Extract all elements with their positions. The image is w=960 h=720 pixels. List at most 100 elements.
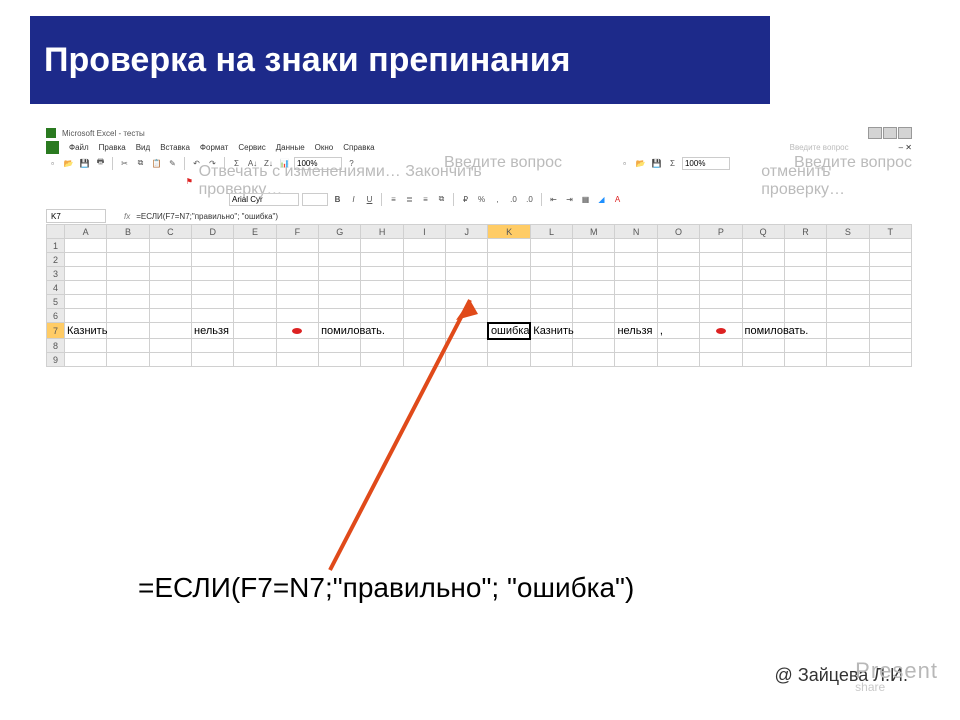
cell-A4[interactable]: [65, 281, 107, 295]
cell-S8[interactable]: [827, 339, 869, 353]
cell-Q7[interactable]: помиловать.: [742, 323, 784, 339]
cell-A7[interactable]: Казнить: [65, 323, 107, 339]
col-header-K[interactable]: K: [488, 225, 530, 239]
cell-N7[interactable]: нельзя: [615, 323, 657, 339]
cell-M3[interactable]: [573, 267, 615, 281]
minimize-icon[interactable]: [868, 127, 882, 139]
comma-icon[interactable]: ,: [491, 193, 504, 206]
menu-edit[interactable]: Правка: [99, 143, 126, 152]
menu-insert[interactable]: Вставка: [160, 143, 190, 152]
cell-N4[interactable]: [615, 281, 657, 295]
cell-T9[interactable]: [869, 353, 911, 367]
cell-B2[interactable]: [107, 253, 149, 267]
cell-G2[interactable]: [319, 253, 361, 267]
cell-O5[interactable]: [657, 295, 699, 309]
maximize-icon[interactable]: [883, 127, 897, 139]
cell-R5[interactable]: [784, 295, 826, 309]
cell-T3[interactable]: [869, 267, 911, 281]
cell-D9[interactable]: [192, 353, 234, 367]
row-header-3[interactable]: 3: [47, 267, 65, 281]
col-header-F[interactable]: F: [276, 225, 318, 239]
cell-N8[interactable]: [615, 339, 657, 353]
font-name-dropdown[interactable]: Arial Cyr: [229, 193, 299, 206]
col-header-M[interactable]: M: [573, 225, 615, 239]
cell-O8[interactable]: [657, 339, 699, 353]
cell-Q2[interactable]: [742, 253, 784, 267]
row-header-2[interactable]: 2: [47, 253, 65, 267]
col-header-G[interactable]: G: [319, 225, 361, 239]
app-menu-icon[interactable]: [46, 141, 59, 154]
col-header-A[interactable]: A: [65, 225, 107, 239]
cell-T5[interactable]: [869, 295, 911, 309]
row-header-7[interactable]: 7: [47, 323, 65, 339]
cell-B9[interactable]: [107, 353, 149, 367]
row-header-8[interactable]: 8: [47, 339, 65, 353]
cell-P1[interactable]: [700, 239, 742, 253]
cell-C8[interactable]: [149, 339, 191, 353]
col-header-S[interactable]: S: [827, 225, 869, 239]
currency-icon[interactable]: ₽: [459, 193, 472, 206]
col-header-Q[interactable]: Q: [742, 225, 784, 239]
open2-icon[interactable]: 📂: [634, 157, 647, 170]
cell-T6[interactable]: [869, 309, 911, 323]
cell-P7[interactable]: [700, 323, 742, 339]
cell-N2[interactable]: [615, 253, 657, 267]
cell-E8[interactable]: [234, 339, 276, 353]
dec-dec-icon[interactable]: .0: [523, 193, 536, 206]
cell-H3[interactable]: [361, 267, 403, 281]
cell-B4[interactable]: [107, 281, 149, 295]
copy-icon[interactable]: ⧉: [134, 157, 147, 170]
cell-P6[interactable]: [700, 309, 742, 323]
italic-icon[interactable]: I: [347, 193, 360, 206]
row-header-9[interactable]: 9: [47, 353, 65, 367]
cell-D1[interactable]: [192, 239, 234, 253]
cell-N6[interactable]: [615, 309, 657, 323]
cell-B1[interactable]: [107, 239, 149, 253]
cell-S4[interactable]: [827, 281, 869, 295]
cell-T1[interactable]: [869, 239, 911, 253]
ask-question-prompt[interactable]: Введите вопрос: [790, 143, 849, 152]
align-right-icon[interactable]: ≡: [419, 193, 432, 206]
cell-R4[interactable]: [784, 281, 826, 295]
save2-icon[interactable]: 💾: [650, 157, 663, 170]
col-header-B[interactable]: B: [107, 225, 149, 239]
doc-close-dash[interactable]: – ✕: [899, 143, 912, 152]
cell-N9[interactable]: [615, 353, 657, 367]
cell-Q1[interactable]: [742, 239, 784, 253]
cell-E3[interactable]: [234, 267, 276, 281]
menu-format[interactable]: Формат: [200, 143, 228, 152]
cell-O3[interactable]: [657, 267, 699, 281]
cell-G1[interactable]: [319, 239, 361, 253]
cell-L1[interactable]: [530, 239, 572, 253]
cell-P2[interactable]: [700, 253, 742, 267]
cell-S9[interactable]: [827, 353, 869, 367]
cell-K3[interactable]: [488, 267, 530, 281]
cell-D8[interactable]: [192, 339, 234, 353]
cell-I3[interactable]: [403, 267, 445, 281]
cell-Q8[interactable]: [742, 339, 784, 353]
zoom2-dropdown[interactable]: 100%: [682, 157, 730, 170]
cell-H2[interactable]: [361, 253, 403, 267]
cell-R9[interactable]: [784, 353, 826, 367]
cell-D3[interactable]: [192, 267, 234, 281]
cell-E6[interactable]: [234, 309, 276, 323]
cell-A2[interactable]: [65, 253, 107, 267]
indent-dec-icon[interactable]: ⇤: [547, 193, 560, 206]
cell-S7[interactable]: [827, 323, 869, 339]
underline-icon[interactable]: U: [363, 193, 376, 206]
cell-E7[interactable]: [234, 323, 276, 339]
cell-A6[interactable]: [65, 309, 107, 323]
cell-C5[interactable]: [149, 295, 191, 309]
save-icon[interactable]: 💾: [78, 157, 91, 170]
cell-E2[interactable]: [234, 253, 276, 267]
cell-O1[interactable]: [657, 239, 699, 253]
cell-I1[interactable]: [403, 239, 445, 253]
cell-H1[interactable]: [361, 239, 403, 253]
cell-T4[interactable]: [869, 281, 911, 295]
cell-K1[interactable]: [488, 239, 530, 253]
row-header-5[interactable]: 5: [47, 295, 65, 309]
cell-J2[interactable]: [446, 253, 488, 267]
col-header-E[interactable]: E: [234, 225, 276, 239]
name-box[interactable]: K7: [46, 209, 106, 223]
cell-F1[interactable]: [276, 239, 318, 253]
